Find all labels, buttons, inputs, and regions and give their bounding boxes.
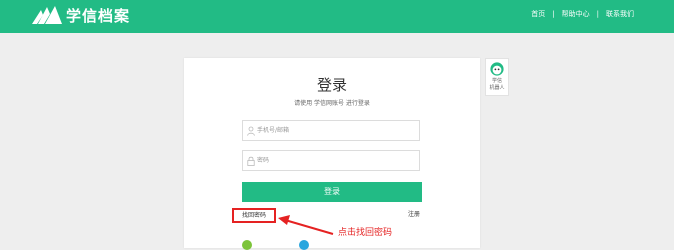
annotation-text: 点击找回密码	[338, 228, 393, 238]
annotation-arrow-icon	[278, 215, 334, 235]
